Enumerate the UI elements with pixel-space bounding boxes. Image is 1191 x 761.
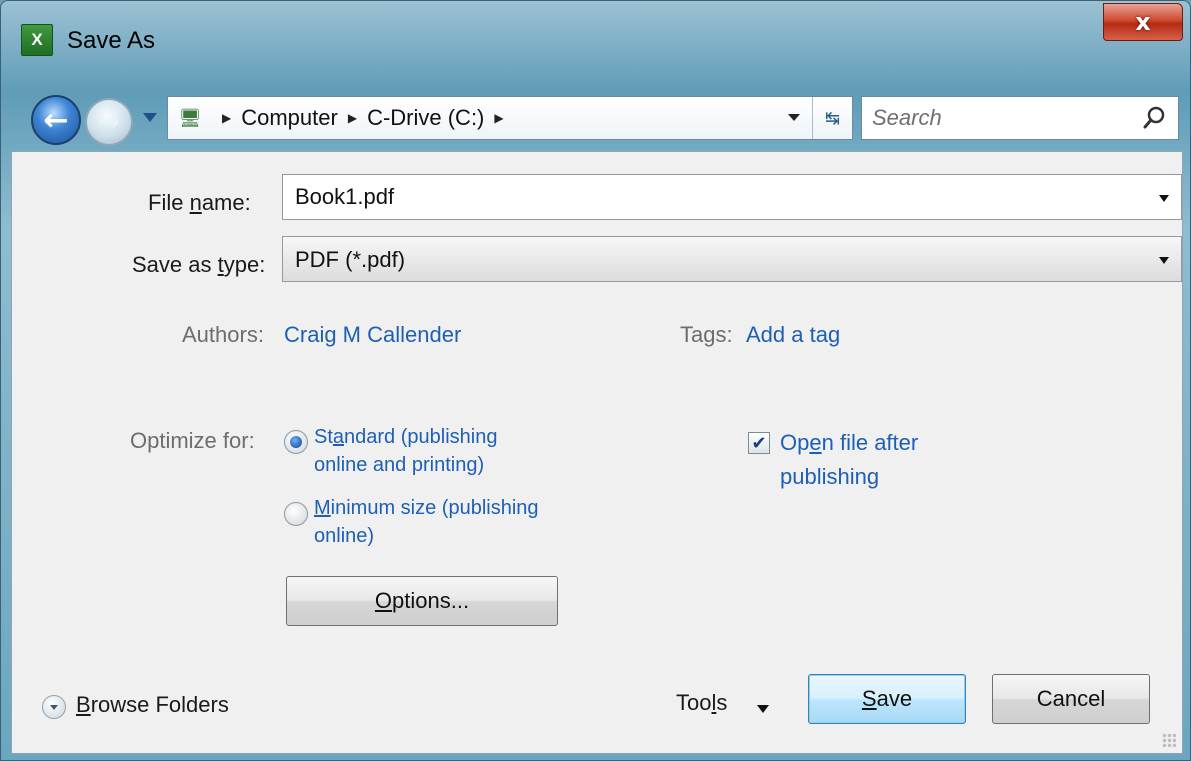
save-as-type-dropdown-icon[interactable]: [1159, 257, 1169, 264]
file-name-label-part: ame:: [201, 190, 251, 215]
computer-location-icon: 🖥: [178, 108, 202, 128]
refresh-button[interactable]: ↹: [812, 97, 852, 139]
browse-accesskey: B: [76, 692, 91, 717]
options-button[interactable]: Options...: [286, 576, 558, 626]
standard-label-line2: online and printing): [314, 454, 485, 476]
back-arrow-icon: ←: [43, 102, 69, 138]
recent-locations-dropdown-icon[interactable]: [143, 113, 157, 122]
save-button[interactable]: Save: [808, 674, 966, 724]
tags-value[interactable]: Add a tag: [746, 322, 840, 348]
dialog-body: File name: Save as type: PDF (*.pdf) Aut…: [11, 151, 1183, 754]
radio-standard-label[interactable]: Standard (publishing online and printing…: [314, 423, 497, 479]
authors-label: Authors:: [182, 322, 264, 347]
optimize-for-label: Optimize for:: [130, 428, 255, 453]
browse-label-part: rowse Folders: [90, 692, 229, 717]
window-title: Save As: [67, 27, 156, 54]
file-name-label-part: File: [148, 190, 190, 215]
options-accesskey: O: [374, 588, 393, 613]
save-as-type-label: Save as type:: [132, 252, 265, 278]
file-name-dropdown-icon[interactable]: [1159, 195, 1169, 202]
save-as-dialog: X Save As x ← → 🖥 ▶ Computer ▶ C-Drive (…: [0, 0, 1191, 761]
tools-label-part: s: [716, 690, 728, 715]
breadcrumb-c-drive[interactable]: C-Drive (C:): [367, 105, 484, 131]
address-bar[interactable]: 🖥 ▶ Computer ▶ C-Drive (C:) ▶ ↹: [167, 96, 853, 140]
app-icon-letter: X: [31, 30, 43, 49]
open-after-label-part: Op: [780, 430, 810, 455]
forward-arrow-icon: →: [98, 107, 120, 137]
breadcrumb-separator-icon[interactable]: ▶: [222, 111, 231, 125]
excel-app-icon: X: [21, 24, 53, 56]
save-as-type-value: PDF (*.pdf): [295, 247, 406, 272]
open-after-publish-checkbox[interactable]: ✔: [748, 432, 770, 454]
radio-minimum-size[interactable]: [284, 502, 308, 526]
file-name-accesskey: n: [189, 190, 202, 215]
options-label-part: ptions...: [392, 588, 470, 613]
close-button[interactable]: x: [1103, 3, 1183, 41]
open-after-accesskey: e: [809, 430, 822, 455]
radio-minimum-size-label[interactable]: Minimum size (publishing online): [314, 494, 539, 550]
minimum-accesskey: M: [314, 497, 331, 519]
minimum-label-line2: online): [314, 525, 375, 547]
breadcrumb-separator-icon[interactable]: ▶: [494, 111, 503, 125]
open-after-publish-label[interactable]: Open file after publishing: [780, 426, 918, 494]
breadcrumb-separator-icon[interactable]: ▶: [348, 111, 357, 125]
search-icon[interactable]: [1142, 105, 1168, 131]
refresh-icon: ↹: [824, 107, 841, 128]
cancel-button[interactable]: Cancel: [992, 674, 1150, 724]
save-label-part: ave: [876, 686, 913, 711]
save-as-type-select[interactable]: PDF (*.pdf): [282, 236, 1182, 282]
save-accesskey: S: [861, 686, 877, 711]
save-type-label-part: ype:: [223, 252, 266, 277]
breadcrumb-computer[interactable]: Computer: [241, 105, 338, 131]
title-bar[interactable]: X Save As x: [1, 1, 1190, 81]
standard-label-part: St: [314, 426, 333, 448]
open-after-label-line2: publishing: [780, 464, 880, 489]
close-icon: x: [1135, 8, 1151, 36]
search-box[interactable]: [861, 96, 1179, 140]
browse-folders-expand-icon[interactable]: [42, 695, 66, 719]
file-name-label: File name:: [148, 190, 251, 216]
tools-dropdown-icon[interactable]: [757, 705, 769, 713]
tools-menu[interactable]: Tools: [676, 690, 727, 716]
file-name-field[interactable]: [282, 174, 1182, 220]
open-after-label-part: n file after: [821, 430, 919, 455]
save-type-label-part: Save as: [132, 252, 218, 277]
forward-button[interactable]: →: [85, 98, 133, 146]
standard-accesskey: a: [332, 426, 345, 448]
browse-folders-link[interactable]: Browse Folders: [76, 692, 229, 718]
radio-standard[interactable]: [284, 430, 308, 454]
resize-grip-icon[interactable]: [1162, 733, 1176, 747]
address-dropdown-icon[interactable]: [788, 114, 800, 121]
back-button[interactable]: ←: [31, 95, 81, 145]
search-input[interactable]: [872, 105, 1142, 131]
standard-label-part: ndard (publishing: [344, 426, 498, 448]
authors-value[interactable]: Craig M Callender: [284, 322, 461, 348]
minimum-label-part: inimum size (publishing: [330, 497, 539, 519]
tags-label: Tags:: [680, 322, 733, 347]
checkmark-icon: ✔: [751, 432, 767, 454]
file-name-input[interactable]: [295, 183, 1135, 211]
tools-label-part: Too: [676, 690, 712, 715]
